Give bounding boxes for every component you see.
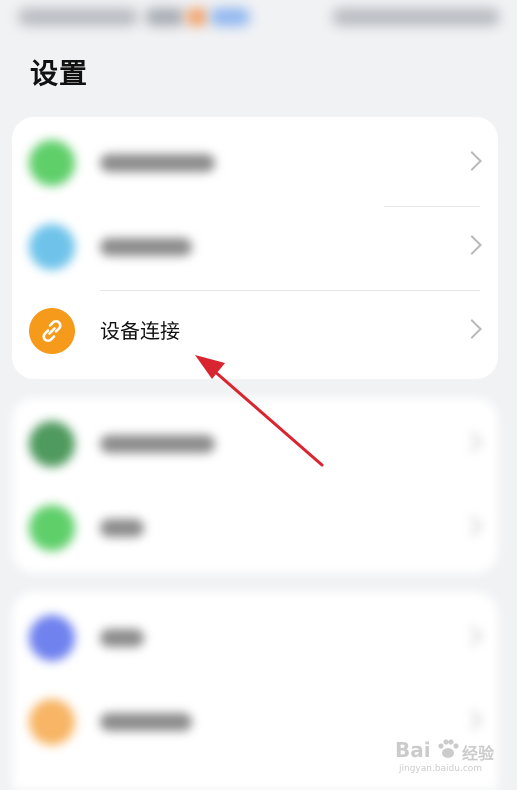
status-bar-left-blur <box>18 8 138 26</box>
blurred-label <box>100 435 215 453</box>
chevron-right-icon <box>462 516 482 536</box>
watermark-url: jingyan.baidu.com <box>399 764 483 774</box>
settings-row-blurred-5[interactable] <box>12 596 498 680</box>
app-icon <box>29 224 75 270</box>
chevron-right-icon <box>462 319 482 339</box>
watermark-brand: Bai <box>395 738 431 762</box>
blurred-label <box>100 713 192 731</box>
page-title: 设置 <box>30 57 89 90</box>
chevron-right-icon <box>462 710 482 730</box>
status-bar-blue-blur <box>210 8 250 26</box>
app-icon <box>29 505 75 551</box>
settings-row-blurred-3[interactable] <box>12 402 498 486</box>
paw-icon <box>438 739 459 758</box>
settings-row-device-connection[interactable]: 设备连接 <box>12 289 498 373</box>
chevron-right-icon <box>462 151 482 171</box>
status-bar <box>0 0 517 36</box>
settings-row-blurred-1[interactable] <box>12 121 498 205</box>
watermark-logo: Bai 经验 jingyan.baidu.com <box>395 730 510 780</box>
app-icon <box>29 699 75 745</box>
settings-row-blurred-2[interactable] <box>12 205 498 289</box>
device-connection-label: 设备连接 <box>100 319 180 343</box>
status-bar-orange-blur <box>186 8 208 26</box>
chevron-right-icon <box>462 235 482 255</box>
settings-row-blurred-4[interactable] <box>12 486 498 570</box>
settings-card-connectivity: 设备连接 <box>12 117 498 379</box>
app-icon <box>29 421 75 467</box>
blurred-label <box>100 519 144 537</box>
chevron-right-icon <box>462 432 482 452</box>
blurred-label <box>100 154 215 172</box>
watermark-brand-suffix: 经验 <box>462 744 495 763</box>
app-icon <box>29 140 75 186</box>
blurred-label <box>100 629 144 647</box>
link-icon <box>29 308 75 354</box>
settings-card-blurred-2 <box>12 398 498 573</box>
blurred-label <box>100 238 192 256</box>
chevron-right-icon <box>462 626 482 646</box>
app-icon <box>29 615 75 661</box>
status-bar-center-blur <box>145 8 185 26</box>
status-bar-right-blur <box>332 8 500 26</box>
